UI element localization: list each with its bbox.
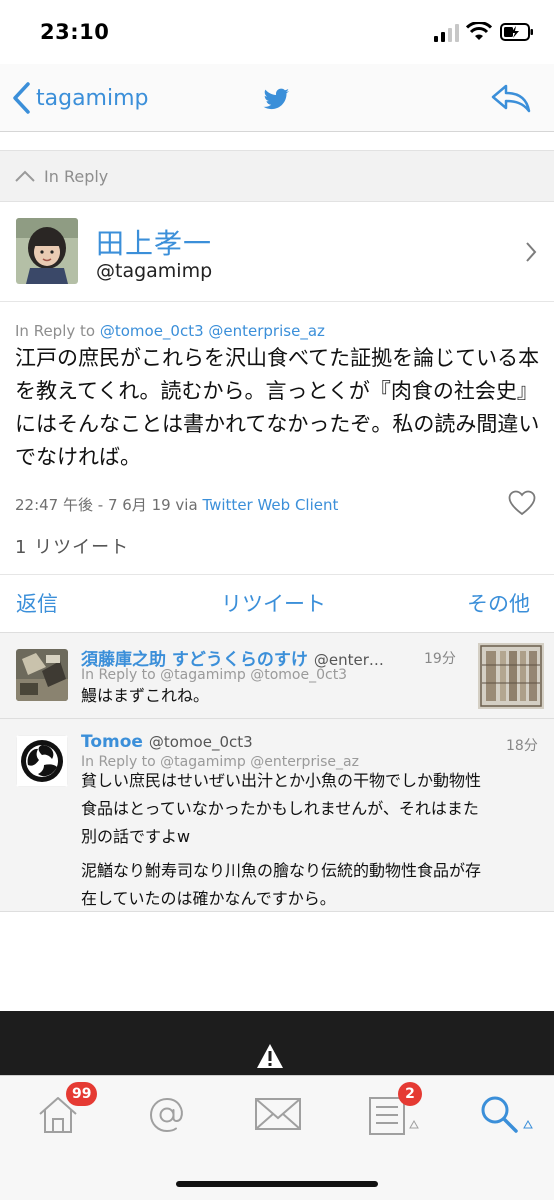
profile-row[interactable]: 田上孝一 @tagamimp <box>0 202 554 302</box>
attached-image-thumbnail[interactable] <box>478 643 544 709</box>
reply-text-line: 在していたのは確かなんですから。 <box>81 889 336 908</box>
tab-mentions[interactable] <box>146 1094 188 1136</box>
reply-item[interactable]: 須藤庫之助 すどうくらのすけ @enter… 19分 In Reply to @… <box>0 632 554 718</box>
in-reply-users-link[interactable]: @tomoe_0ct3 @enterprise_az <box>100 322 325 340</box>
home-indicator <box>176 1181 378 1187</box>
chevron-up-icon <box>15 170 35 182</box>
back-button[interactable]: tagamimp <box>10 80 149 116</box>
tweet-meta: 22:47 午後 - 7 6月 19 via Twitter Web Clien… <box>15 494 338 515</box>
heart-icon[interactable] <box>508 490 536 516</box>
tab-search[interactable] <box>478 1094 536 1138</box>
cellular-signal-icon <box>434 24 459 42</box>
in-reply-prefix: In Reply to <box>15 322 100 340</box>
avatar[interactable] <box>16 218 78 284</box>
reply-text-line: 泥鰌なり鮒寿司なり川魚の膾なり伝統的動物性食品が存 <box>81 861 482 880</box>
reply-text-line: 別の話ですよw <box>81 827 191 846</box>
retweet-count[interactable]: 1 リツイート <box>15 533 129 559</box>
navigation-bar: tagamimp <box>0 64 554 132</box>
chevron-right-icon <box>526 242 537 262</box>
reply-author[interactable]: Tomoe @tomoe_0ct3 <box>81 732 253 752</box>
chevron-left-icon <box>13 82 30 114</box>
battery-charging-icon <box>500 23 533 41</box>
reply-author-handle: @tomoe_0ct3 <box>148 733 253 751</box>
back-label: tagamimp <box>36 85 149 111</box>
reply-icon[interactable] <box>490 82 532 114</box>
status-time: 23:10 <box>40 20 110 44</box>
avatar[interactable] <box>16 649 68 701</box>
status-bar: 23:10 <box>0 0 554 64</box>
action-bar: 返信 リツイート その他 <box>0 574 554 632</box>
reply-time: 19分 <box>424 651 456 667</box>
alert-bar[interactable] <box>0 1011 554 1075</box>
wifi-icon <box>466 22 492 40</box>
reply-text: 貧しい庶民はせいぜい出汁とか小魚の干物でしか動物性 食品はとっていなかったかもし… <box>81 767 541 913</box>
twitter-bird-icon <box>263 88 289 110</box>
more-button[interactable]: その他 <box>467 588 530 618</box>
tab-messages[interactable] <box>254 1096 302 1132</box>
tweet-in-reply: In Reply to @tomoe_0ct3 @enterprise_az <box>15 322 325 340</box>
in-reply-toggle[interactable]: In Reply <box>0 150 554 202</box>
tweet-time: 22:47 午後 - 7 6月 19 via <box>15 496 203 514</box>
at-mention-icon <box>149 1097 183 1133</box>
reply-item[interactable]: Tomoe @tomoe_0ct3 18分 In Reply to @tagam… <box>0 718 554 912</box>
tweet-text: 江戸の庶民がこれらを沢山食べてた証拠を論じている本を教えてくれ。読むから。言っと… <box>15 346 540 469</box>
reply-author-name: Tomoe <box>81 732 143 752</box>
reply-text: 鰻はまずこれね。 <box>81 686 210 705</box>
profile-handle: @tagamimp <box>96 260 213 282</box>
profile-name: 田上孝一 <box>96 227 213 260</box>
reply-text-line: 食品はとっていなかったかもしれませんが、それはまた <box>81 799 479 818</box>
search-icon <box>481 1096 533 1133</box>
envelope-icon <box>255 1098 301 1130</box>
in-reply-label: In Reply <box>44 166 109 186</box>
retweet-button[interactable]: リツイート <box>221 588 326 618</box>
warning-icon <box>257 1044 283 1068</box>
avatar[interactable] <box>16 735 68 787</box>
lists-badge: 2 <box>398 1082 422 1106</box>
reply-text-line: 貧しい庶民はせいぜい出汁とか小魚の干物でしか動物性 <box>81 771 482 790</box>
tweet-client-link[interactable]: Twitter Web Client <box>202 496 338 514</box>
reply-button[interactable]: 返信 <box>16 588 58 618</box>
home-badge: 99 <box>66 1082 98 1106</box>
reply-time: 18分 <box>506 738 538 754</box>
reply-in-reply: In Reply to @tagamimp @tomoe_0ct3 <box>81 667 348 683</box>
